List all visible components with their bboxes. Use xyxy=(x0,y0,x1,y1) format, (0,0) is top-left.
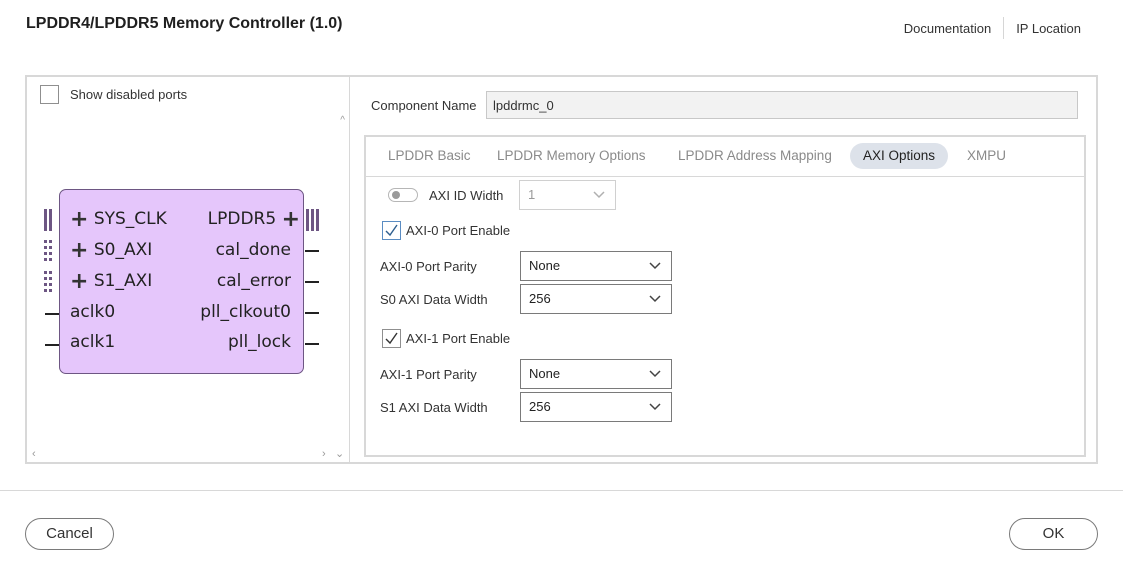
chevron-down-icon xyxy=(649,403,661,411)
port-s0-axi[interactable]: + S0_AXI xyxy=(70,240,153,262)
axi0-port-parity-label: AXI-0 Port Parity xyxy=(380,259,477,274)
tab-lpddr-basic[interactable]: LPDDR Basic xyxy=(375,143,484,169)
show-disabled-ports-row[interactable]: Show disabled ports xyxy=(40,85,187,104)
axi0-port-parity-select[interactable]: None xyxy=(520,251,672,281)
scroll-left-arrow-icon[interactable]: ‹ xyxy=(32,448,36,460)
port-cal-done[interactable]: cal_done xyxy=(216,240,291,260)
ip-block[interactable]: + SYS_CLK + S0_AXI + S1_AXI aclk0 aclk1 … xyxy=(59,189,304,374)
axi-id-width-select[interactable]: 1 xyxy=(519,180,616,210)
axi1-port-enable-row[interactable]: AXI-1 Port Enable xyxy=(382,329,510,348)
tab-bar: LPDDR Basic LPDDR Memory Options LPDDR A… xyxy=(366,137,1084,177)
component-name-input[interactable] xyxy=(486,91,1078,119)
aclk1-pin xyxy=(45,344,59,346)
s0-axi-bus-marker xyxy=(44,240,57,262)
tabs-frame: LPDDR Basic LPDDR Memory Options LPDDR A… xyxy=(364,135,1086,457)
select-value: 256 xyxy=(529,399,551,414)
aclk0-pin xyxy=(45,313,59,315)
axi1-port-parity-select[interactable]: None xyxy=(520,359,672,389)
tab-axi-options[interactable]: AXI Options xyxy=(850,143,949,169)
chevron-down-icon xyxy=(649,262,661,270)
port-cal-error[interactable]: cal_error xyxy=(217,271,291,291)
show-disabled-ports-label: Show disabled ports xyxy=(70,87,188,102)
ip-symbol-pane[interactable]: Show disabled ports ^ + SYS_CLK + S0_AXI… xyxy=(27,77,350,462)
axi-id-width-label: AXI ID Width xyxy=(429,188,504,203)
pll-lock-pin xyxy=(305,343,319,345)
s1-axi-data-width-select[interactable]: 256 xyxy=(520,392,672,422)
port-sys-clk[interactable]: + SYS_CLK xyxy=(70,209,167,231)
tab-lpddr-memory-options[interactable]: LPDDR Memory Options xyxy=(484,143,659,169)
port-label: S0_AXI xyxy=(93,240,153,260)
sys-clk-bus-marker xyxy=(44,209,57,231)
axi1-port-parity-label: AXI-1 Port Parity xyxy=(380,367,477,382)
expand-plus-icon[interactable]: + xyxy=(70,271,88,293)
header-links: Documentation IP Location xyxy=(904,17,1081,39)
checkmark-icon xyxy=(385,224,398,237)
select-value: None xyxy=(529,366,561,381)
port-label: LPDDR5 xyxy=(207,209,277,229)
pll-clkout0-pin xyxy=(305,312,319,314)
axi-id-width-toggle[interactable] xyxy=(388,188,418,202)
expand-plus-icon[interactable]: + xyxy=(70,240,88,262)
select-value: None xyxy=(529,258,561,273)
checkmark-icon xyxy=(385,332,398,345)
s1-axi-bus-marker xyxy=(44,271,57,293)
cal-error-pin xyxy=(305,281,319,283)
port-label: S1_AXI xyxy=(93,271,153,291)
show-disabled-ports-checkbox[interactable] xyxy=(40,85,59,104)
tab-xmpu[interactable]: XMPU xyxy=(954,143,1019,169)
cancel-button[interactable]: Cancel xyxy=(25,518,114,550)
main-frame: Show disabled ports ^ + SYS_CLK + S0_AXI… xyxy=(25,75,1098,464)
select-value: 256 xyxy=(529,291,551,306)
s1-axi-data-width-label: S1 AXI Data Width xyxy=(380,400,488,415)
port-aclk0[interactable]: aclk0 xyxy=(70,302,115,322)
port-pll-clkout0[interactable]: pll_clkout0 xyxy=(200,302,291,322)
expand-plus-icon[interactable]: + xyxy=(70,209,88,231)
select-value: 1 xyxy=(528,187,536,202)
chevron-down-icon xyxy=(649,370,661,378)
documentation-link[interactable]: Documentation xyxy=(904,21,991,36)
scroll-right-arrow-icon[interactable]: › xyxy=(322,448,326,460)
component-name-label: Component Name xyxy=(371,98,477,113)
s0-axi-data-width-select[interactable]: 256 xyxy=(520,284,672,314)
cal-done-pin xyxy=(305,250,319,252)
scroll-up-arrow-icon[interactable]: ^ xyxy=(340,115,345,126)
port-aclk1[interactable]: aclk1 xyxy=(70,332,115,352)
port-pll-lock[interactable]: pll_lock xyxy=(228,332,291,352)
port-label: SYS_CLK xyxy=(93,209,167,229)
tab-lpddr-address-mapping[interactable]: LPDDR Address Mapping xyxy=(665,143,845,169)
header-separator xyxy=(1003,17,1005,39)
config-pane: Component Name LPDDR Basic LPDDR Memory … xyxy=(351,77,1098,462)
toggle-knob xyxy=(392,191,400,199)
scroll-down-arrow-icon[interactable]: ⌄ xyxy=(335,447,344,460)
chevron-down-icon xyxy=(593,191,605,199)
s0-axi-data-width-label: S0 AXI Data Width xyxy=(380,292,488,307)
ok-button[interactable]: OK xyxy=(1009,518,1098,550)
port-lpddr5[interactable]: LPDDR5 + xyxy=(207,209,300,231)
axi1-port-enable-label: AXI-1 Port Enable xyxy=(406,331,511,346)
port-s1-axi[interactable]: + S1_AXI xyxy=(70,271,153,293)
axi0-port-enable-row[interactable]: AXI-0 Port Enable xyxy=(382,221,510,240)
axi0-port-enable-label: AXI-0 Port Enable xyxy=(406,223,511,238)
window-title: LPDDR4/LPDDR5 Memory Controller (1.0) xyxy=(26,15,343,32)
expand-plus-icon[interactable]: + xyxy=(282,209,300,231)
axi1-port-enable-checkbox[interactable] xyxy=(382,329,401,348)
footer-divider xyxy=(0,490,1123,491)
chevron-down-icon xyxy=(649,295,661,303)
axi0-port-enable-checkbox[interactable] xyxy=(382,221,401,240)
ip-location-link[interactable]: IP Location xyxy=(1016,21,1081,36)
lpddr5-bus-marker xyxy=(306,209,319,231)
